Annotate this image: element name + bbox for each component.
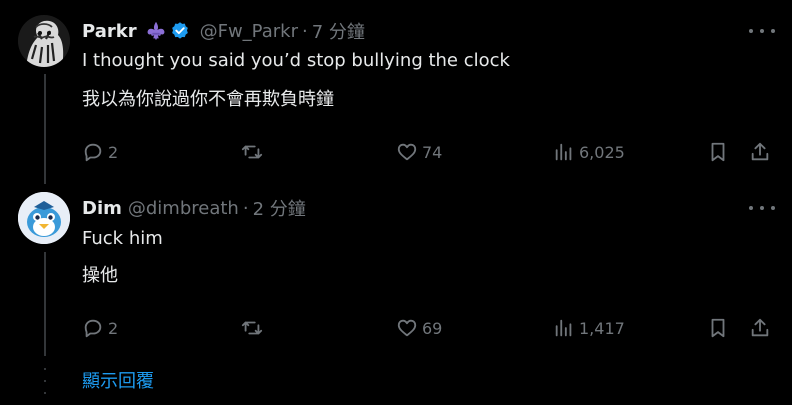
more-options-button[interactable] <box>749 23 775 39</box>
separator-dot: · <box>242 197 249 219</box>
reply-count: 2 <box>108 318 119 338</box>
bookmark-icon <box>711 318 725 338</box>
repost-button[interactable] <box>241 315 263 341</box>
timestamp[interactable]: 2 分鐘 <box>253 195 306 221</box>
verified-badge-icon[interactable] <box>170 21 190 41</box>
tweet-header: Parkr @Fw_Parkr · 7 分鐘 <box>82 18 365 44</box>
bookmark-button[interactable] <box>707 315 729 341</box>
like-button[interactable]: 74 <box>396 139 442 165</box>
share-button[interactable] <box>749 139 771 165</box>
tweet-text-line: I thought you said you’d stop bullying t… <box>82 50 510 71</box>
reply-count: 2 <box>108 142 119 162</box>
avatar[interactable] <box>18 192 70 244</box>
separator-dot: · <box>301 20 308 42</box>
thread-connector-line <box>44 252 46 356</box>
heart-icon <box>397 143 417 161</box>
tweet-header: Dim @dimbreath · 2 分鐘 <box>82 195 306 221</box>
avatar[interactable] <box>18 15 70 67</box>
reply-button[interactable]: 2 <box>82 315 118 341</box>
fleur-de-lis-icon <box>147 21 165 41</box>
share-icon <box>751 318 769 337</box>
heart-icon <box>397 319 417 337</box>
like-count: 69 <box>422 318 443 338</box>
handle[interactable]: @Fw_Parkr <box>200 21 298 42</box>
reply-icon <box>84 143 102 162</box>
views-chart-icon <box>555 143 572 161</box>
share-button[interactable] <box>749 315 771 341</box>
display-name[interactable]: Parkr <box>82 21 137 42</box>
tweet-text-line: Fuck him <box>82 228 163 249</box>
repost-icon <box>241 145 263 159</box>
reply-icon <box>84 319 102 338</box>
view-count: 6,025 <box>579 142 625 162</box>
show-replies-link[interactable]: 顯示回覆 <box>82 367 154 393</box>
display-name[interactable]: Dim <box>82 198 122 219</box>
thread-connector-line <box>44 74 46 184</box>
views-button[interactable]: 1,417 <box>553 315 625 341</box>
tweet-translation-line: 操他 <box>82 265 118 286</box>
bookmark-icon <box>711 142 725 162</box>
repost-button[interactable] <box>241 139 263 165</box>
share-icon <box>751 142 769 161</box>
views-chart-icon <box>555 319 572 337</box>
more-replies-indicator <box>44 368 46 394</box>
timestamp[interactable]: 7 分鐘 <box>312 18 365 44</box>
tweet-translation-line: 我以為你說過你不會再欺負時鐘 <box>82 89 334 110</box>
more-options-button[interactable] <box>749 200 775 216</box>
repost-icon <box>241 321 263 335</box>
views-button[interactable]: 6,025 <box>553 139 625 165</box>
handle[interactable]: @dimbreath <box>128 198 239 219</box>
reply-button[interactable]: 2 <box>82 139 118 165</box>
view-count: 1,417 <box>579 318 625 338</box>
like-count: 74 <box>422 142 443 162</box>
like-button[interactable]: 69 <box>396 315 442 341</box>
bookmark-button[interactable] <box>707 139 729 165</box>
